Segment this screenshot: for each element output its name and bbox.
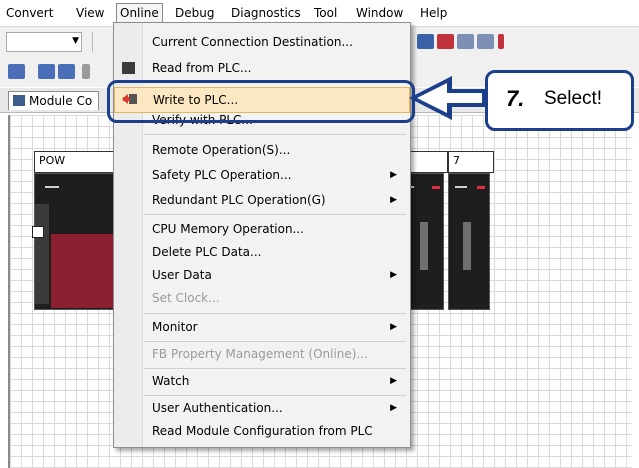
- step-callout: 7. Select!: [485, 70, 634, 131]
- callout-step-number: 7.: [506, 86, 525, 111]
- callout-text: Select!: [544, 88, 603, 109]
